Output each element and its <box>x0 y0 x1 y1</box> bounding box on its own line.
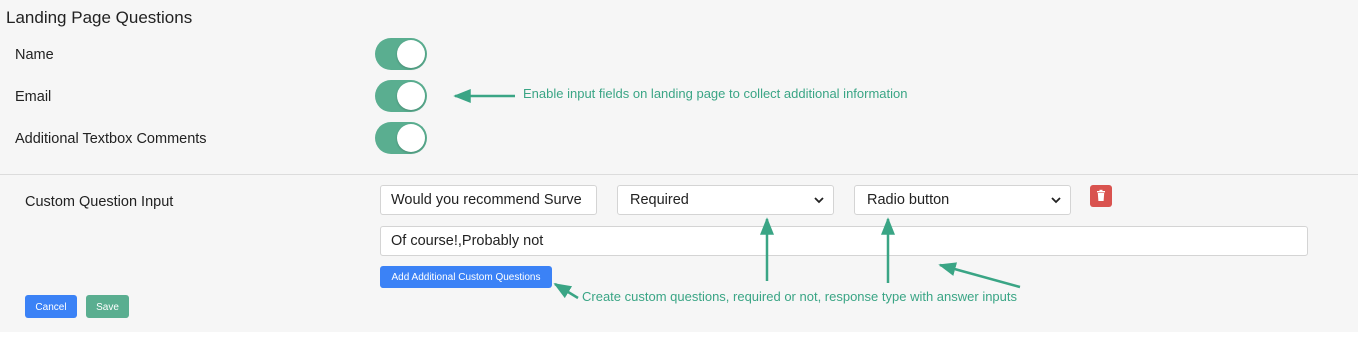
name-toggle[interactable] <box>375 38 427 70</box>
add-custom-question-button[interactable]: Add Additional Custom Questions <box>380 266 552 288</box>
additional-comments-label: Additional Textbox Comments <box>15 131 207 147</box>
save-button[interactable]: Save <box>86 295 129 318</box>
email-label: Email <box>15 89 52 105</box>
required-select-value: Required <box>630 192 689 208</box>
cancel-button[interactable]: Cancel <box>25 295 77 318</box>
toggle-knob <box>397 124 425 152</box>
trash-icon <box>1097 189 1105 201</box>
custom-question-label: Custom Question Input <box>25 194 174 210</box>
chevron-down-icon <box>814 197 824 204</box>
additional-comments-toggle[interactable] <box>375 122 427 154</box>
toggle-knob <box>397 82 425 110</box>
section-divider <box>0 174 1358 175</box>
landing-page-questions-panel: Landing Page Questions Name Email Additi… <box>0 0 1358 332</box>
answer-options-input[interactable] <box>380 226 1308 256</box>
response-type-select-value: Radio button <box>867 192 950 208</box>
toggle-knob <box>397 40 425 68</box>
custom-question-input[interactable] <box>380 185 597 215</box>
email-toggle[interactable] <box>375 80 427 112</box>
custom-question-annotation: Create custom questions, required or not… <box>582 289 1018 304</box>
section-title: Landing Page Questions <box>6 8 193 27</box>
toggle-annotation: Enable input fields on landing page to c… <box>523 86 908 101</box>
delete-question-button[interactable] <box>1090 185 1112 207</box>
response-type-select[interactable]: Radio button <box>854 185 1071 215</box>
name-label: Name <box>15 47 54 63</box>
chevron-down-icon <box>1051 197 1061 204</box>
required-select[interactable]: Required <box>617 185 834 215</box>
